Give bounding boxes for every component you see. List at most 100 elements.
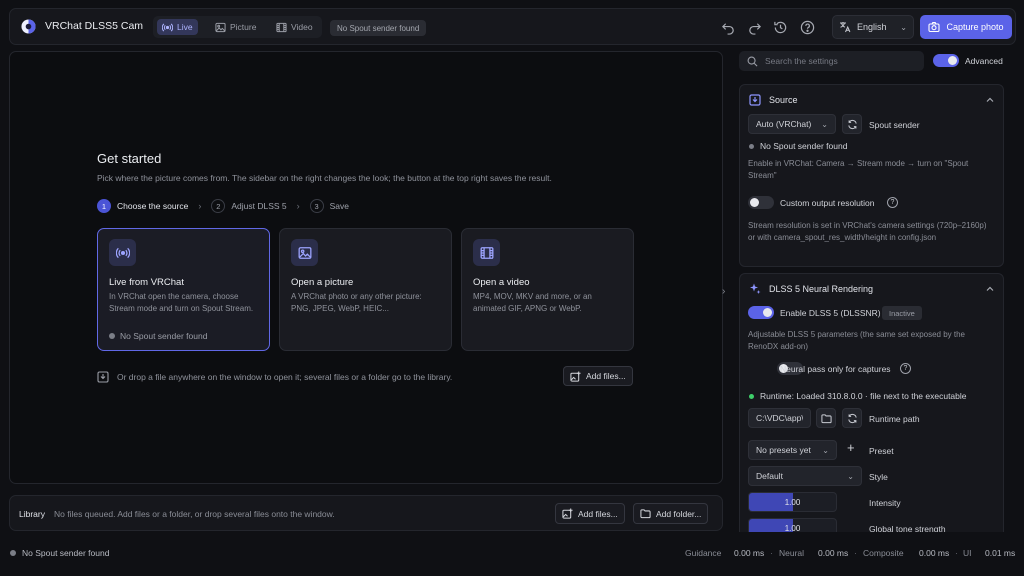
tab-live-label: Live — [177, 22, 193, 32]
custom-resolution-toggle[interactable] — [748, 196, 774, 209]
refresh-sender-button[interactable] — [842, 114, 862, 134]
runtime-path-field[interactable]: C:\VDC\app\n — [748, 408, 811, 428]
source-select-value: Auto (VRChat) — [756, 119, 812, 129]
style-select[interactable]: Default ⌄ — [748, 466, 862, 486]
global-tone-slider[interactable]: 1.00 — [748, 518, 837, 532]
card-title: Live from VRChat — [109, 277, 184, 288]
broadcast-icon — [109, 239, 136, 266]
step-label: Save — [329, 201, 350, 211]
info-icon[interactable]: ? — [900, 363, 911, 374]
search-placeholder: Search the settings — [765, 56, 838, 66]
download-tray-icon — [97, 371, 109, 383]
style-select-value: Default — [756, 471, 783, 481]
get-started-subtitle: Pick where the picture comes from. The s… — [97, 173, 552, 183]
image-icon — [291, 239, 318, 266]
stepper: 1 Choose the source › 2 Adjust DLSS 5 › … — [97, 199, 349, 213]
preset-label: Preset — [869, 446, 894, 456]
dlss-description: Adjustable DLSS 5 parameters (the same s… — [748, 330, 966, 351]
enable-dlss-toggle[interactable] — [748, 306, 774, 319]
tab-video[interactable]: Video — [271, 19, 318, 35]
spout-sender-label: Spout sender — [869, 120, 920, 130]
settings-search[interactable]: Search the settings — [739, 51, 924, 71]
card-description: In VRChat open the camera, choose Stream… — [109, 292, 254, 313]
library-add-folder-button[interactable]: Add folder... — [633, 503, 709, 524]
separator: · — [770, 548, 773, 558]
preset-select-value: No presets yet — [756, 445, 811, 455]
app-title: VRChat DLSS5 Cam — [45, 20, 144, 32]
drop-hint: Or drop a file anywhere on the window to… — [97, 371, 452, 383]
library-add-folder-label: Add folder... — [656, 508, 702, 519]
folder-icon — [640, 509, 651, 519]
card-description: A VRChat photo or any other picture: PNG… — [291, 292, 422, 313]
settings-sidebar: Search the settings Advanced Source Auto… — [733, 44, 1014, 532]
dlss-status-badge: Inactive — [882, 306, 922, 320]
status-dot — [10, 550, 16, 556]
library-add-files-label: Add files... — [578, 508, 618, 519]
source-panel-header[interactable]: Source — [749, 94, 798, 106]
source-hint: Enable in VRChat: Camera → Stream mode →… — [748, 159, 969, 180]
tab-video-label: Video — [291, 22, 313, 32]
slider-value: 1.00 — [784, 498, 801, 507]
history-icon[interactable] — [773, 20, 788, 35]
metric-label: Neural — [779, 548, 805, 558]
dlss-panel-header[interactable]: DLSS 5 Neural Rendering — [749, 283, 873, 295]
add-image-icon — [562, 508, 573, 519]
metric-value: 0.01 ms — [985, 548, 1016, 558]
image-icon — [215, 22, 226, 32]
language-label: English — [857, 22, 887, 32]
chevron-down-icon: ⌄ — [822, 445, 829, 455]
source-panel-title: Source — [769, 95, 798, 105]
add-files-button[interactable]: Add files... — [563, 366, 633, 386]
runtime-status: Runtime: Loaded 310.8.0.0 · file next to… — [749, 391, 967, 401]
resolution-note: Stream resolution is set in VRChat's cam… — [748, 221, 987, 242]
add-image-icon — [570, 370, 581, 382]
chevron-down-icon: ⌄ — [847, 471, 854, 481]
add-preset-icon[interactable]: + — [847, 440, 855, 455]
drop-hint-text: Or drop a file anywhere on the window to… — [117, 372, 453, 382]
status-dot — [749, 393, 754, 399]
reload-runtime-button[interactable] — [842, 408, 862, 428]
help-icon[interactable] — [800, 20, 815, 35]
intensity-slider[interactable]: 1.00 — [748, 492, 837, 512]
add-files-label: Add files... — [586, 371, 626, 381]
source-card-video[interactable]: Open a video MP4, MOV, MKV and more, or … — [461, 228, 634, 351]
redo-icon[interactable] — [747, 20, 762, 35]
preset-select[interactable]: No presets yet ⌄ — [748, 440, 837, 460]
statusbar-spout-text: No Spout sender found — [22, 548, 110, 558]
chevron-down-icon: ⌄ — [900, 22, 907, 32]
separator: · — [854, 548, 857, 558]
library-add-files-button[interactable]: Add files... — [555, 503, 625, 524]
collapse-sidebar-icon[interactable]: › — [722, 286, 725, 297]
source-select[interactable]: Auto (VRChat) ⌄ — [748, 114, 836, 134]
source-status-text: No Spout sender found — [760, 141, 848, 151]
app-logo-icon — [21, 19, 36, 34]
separator: · — [955, 548, 958, 558]
chevron-up-icon[interactable] — [985, 284, 995, 294]
library-empty-text: No files queued. Add files or a folder, … — [54, 509, 335, 519]
film-icon — [473, 239, 500, 266]
metric-label: Guidance — [685, 548, 722, 558]
advanced-toggle[interactable] — [933, 54, 959, 67]
tab-picture[interactable]: Picture — [210, 19, 261, 35]
browse-runtime-button[interactable] — [816, 408, 836, 428]
capture-photo-button[interactable]: Capture photo — [920, 15, 1012, 39]
search-icon — [747, 56, 758, 66]
metric-label: UI — [963, 548, 972, 558]
neural-pass-label: Neural pass only for captures — [780, 364, 891, 374]
metric-value: 0.00 ms — [919, 548, 950, 558]
step-label: Choose the source — [117, 201, 189, 211]
source-card-picture[interactable]: Open a picture A VRChat photo or any oth… — [279, 228, 452, 351]
info-icon[interactable]: ? — [887, 197, 898, 208]
step-save: 3 Save — [309, 199, 350, 213]
chevron-up-icon[interactable] — [985, 95, 995, 105]
language-select[interactable]: English ⌄ — [832, 15, 914, 39]
tab-live[interactable]: Live — [157, 19, 198, 35]
import-icon — [749, 94, 761, 106]
chevron-right-icon: › — [198, 201, 202, 211]
film-icon — [276, 22, 287, 32]
status-dot — [109, 333, 115, 339]
slider-value: 1.00 — [784, 524, 801, 532]
source-card-live[interactable]: Live from VRChat In VRChat open the came… — [97, 228, 270, 351]
undo-icon[interactable] — [721, 20, 736, 35]
dlss-panel: DLSS 5 Neural Rendering Enable DLSS 5 (D… — [739, 273, 1004, 532]
